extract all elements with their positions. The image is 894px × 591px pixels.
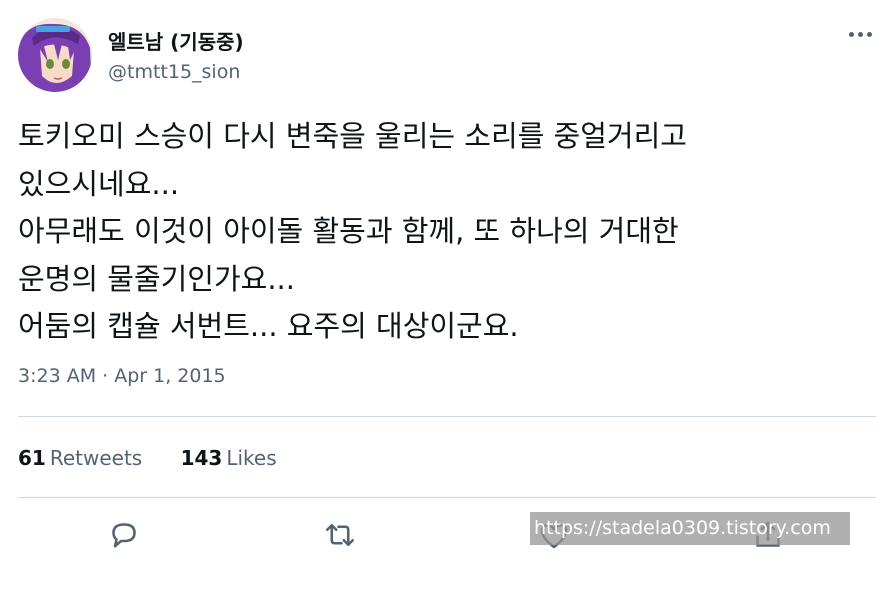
avatar[interactable] <box>18 18 92 92</box>
retweets-label: Retweets <box>49 446 143 470</box>
retweet-arrows-icon <box>325 523 355 547</box>
tweet-card: 엘트남 (기동중) @tmtt15_sion 토키오미 스승이 다시 변죽을 울… <box>0 0 894 591</box>
tweet-text-line: 토키오미 스승이 다시 변죽을 울리는 소리를 중얼거리고 <box>18 119 687 153</box>
tweet-text: 토키오미 스승이 다시 변죽을 울리는 소리를 중얼거리고 있으시네요... 아… <box>18 113 878 351</box>
tweet-text-line: 있으시네요... <box>18 166 180 201</box>
retweets-stat[interactable]: 61 Retweets <box>18 446 142 470</box>
divider <box>18 416 876 417</box>
likes-stat[interactable]: 143 Likes <box>181 446 277 470</box>
tweet-text-line: 아무래도 이것이 아이돌 활동과 함께, 또 하나의 거대한 <box>18 214 679 248</box>
retweets-count: 61 <box>18 446 46 470</box>
reply-button[interactable] <box>106 517 142 553</box>
divider <box>18 497 876 498</box>
tweet-stats: 61 Retweets 143 Likes <box>18 446 309 470</box>
likes-count: 143 <box>180 446 223 470</box>
reply-bubble-icon <box>112 523 136 548</box>
tweet-timestamp[interactable]: 3:23 AM · Apr 1, 2015 <box>18 365 226 387</box>
author-handle[interactable]: @tmtt15_sion <box>108 61 240 83</box>
tweet-text-line: 운명의 물줄기인가요... <box>18 261 295 296</box>
watermark: https://stadela0309.tistory.com <box>530 512 850 545</box>
tweet-text-line: 어둠의 캡슐 서번트... 요주의 대상이군요. <box>18 309 519 343</box>
more-dots-icon[interactable] <box>842 24 878 44</box>
author-display-name[interactable]: 엘트남 (기동중) <box>108 26 244 55</box>
likes-label: Likes <box>226 446 277 470</box>
avatar-illustration <box>18 18 92 92</box>
retweet-button[interactable] <box>322 517 358 553</box>
